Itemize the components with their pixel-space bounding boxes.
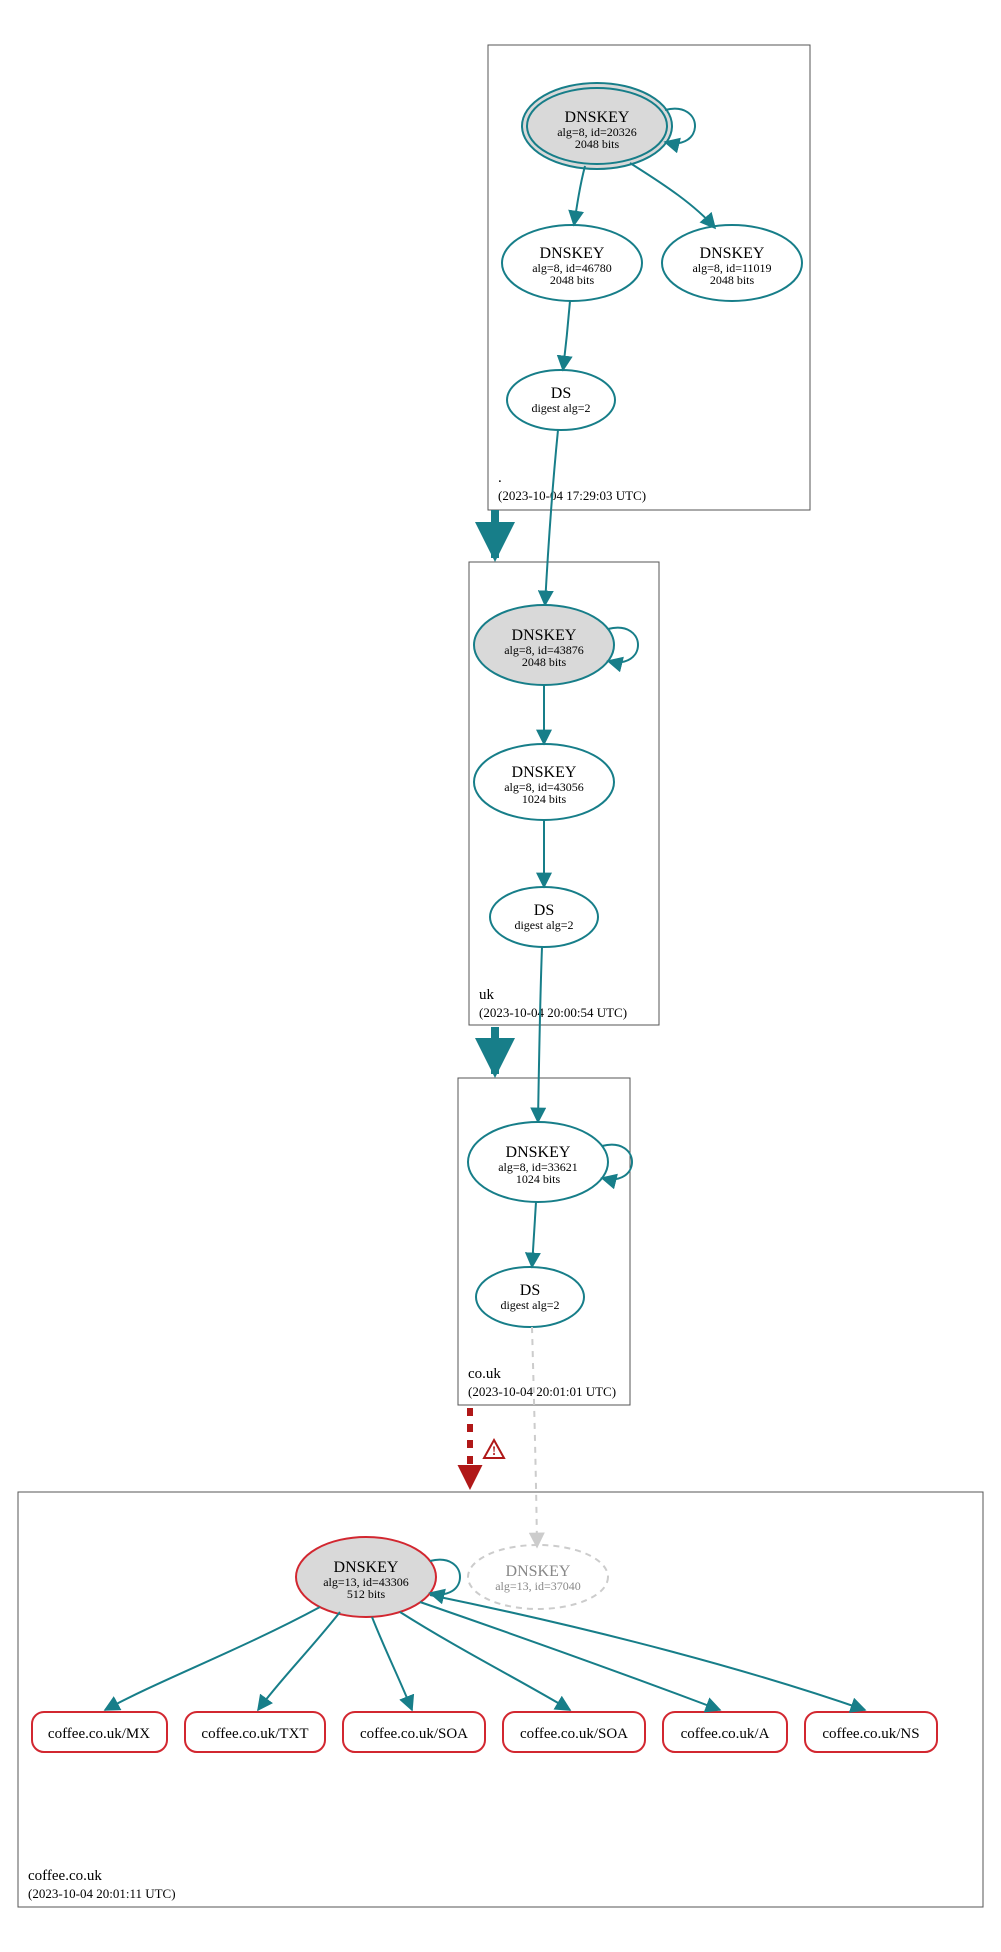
zone-uk-name: uk — [479, 987, 495, 1003]
svg-text:coffee.co.uk/SOA: coffee.co.uk/SOA — [520, 1726, 628, 1742]
svg-text:alg=13, id=37040: alg=13, id=37040 — [495, 1579, 581, 1593]
svg-text:512 bits: 512 bits — [347, 1587, 386, 1601]
node-rr-soa1: coffee.co.uk/SOA — [343, 1712, 485, 1752]
svg-text:coffee.co.uk/NS: coffee.co.uk/NS — [822, 1726, 919, 1742]
svg-text:1024 bits: 1024 bits — [522, 792, 567, 806]
edge-rootds-ukksk — [545, 430, 558, 605]
edge-zsk1-ds — [563, 301, 570, 370]
node-rr-ns: coffee.co.uk/NS — [805, 1712, 937, 1752]
svg-text:!: ! — [492, 1443, 496, 1458]
warning-icon: ! — [484, 1440, 504, 1458]
svg-text:digest alg=2: digest alg=2 — [514, 918, 573, 932]
zone-coffee: coffee.co.uk (2023-10-04 20:01:11 UTC) — [18, 1492, 983, 1907]
node-root-ds: DS digest alg=2 — [507, 370, 615, 430]
svg-text:DNSKEY: DNSKEY — [540, 245, 605, 262]
zone-coffee-timestamp: (2023-10-04 20:01:11 UTC) — [28, 1886, 176, 1901]
edge-coffee-soa1 — [372, 1617, 412, 1710]
edge-coffee-soa2 — [400, 1612, 570, 1710]
svg-text:coffee.co.uk/MX: coffee.co.uk/MX — [48, 1726, 150, 1742]
edge-coukksk-coukds — [532, 1202, 536, 1267]
node-uk-ksk: DNSKEY alg=8, id=43876 2048 bits — [474, 605, 614, 685]
svg-text:coffee.co.uk/SOA: coffee.co.uk/SOA — [360, 1726, 468, 1742]
node-rr-a: coffee.co.uk/A — [663, 1712, 787, 1752]
node-couk-ksk: DNSKEY alg=8, id=33621 1024 bits — [468, 1122, 608, 1202]
svg-text:2048 bits: 2048 bits — [550, 273, 595, 287]
node-root-ksk: DNSKEY alg=8, id=20326 2048 bits — [522, 83, 672, 169]
svg-text:DS: DS — [520, 1282, 540, 1299]
svg-text:DNSKEY: DNSKEY — [700, 245, 765, 262]
svg-text:2048 bits: 2048 bits — [710, 273, 755, 287]
svg-text:DNSKEY: DNSKEY — [506, 1563, 571, 1580]
svg-text:coffee.co.uk/A: coffee.co.uk/A — [681, 1726, 770, 1742]
svg-text:coffee.co.uk/TXT: coffee.co.uk/TXT — [201, 1726, 308, 1742]
svg-text:DNSKEY: DNSKEY — [565, 109, 630, 126]
svg-text:DS: DS — [534, 902, 554, 919]
node-root-zsk1: DNSKEY alg=8, id=46780 2048 bits — [502, 225, 642, 301]
node-root-zsk2: DNSKEY alg=8, id=11019 2048 bits — [662, 225, 802, 301]
edge-coukds-coffeegray — [532, 1327, 537, 1547]
edge-coffee-txt — [258, 1612, 340, 1710]
node-rr-soa2: coffee.co.uk/SOA — [503, 1712, 645, 1752]
node-coffee-gray: DNSKEY alg=13, id=37040 — [468, 1545, 608, 1609]
zone-uk-timestamp: (2023-10-04 20:00:54 UTC) — [479, 1005, 627, 1020]
edge-rootksk-zsk2 — [630, 163, 715, 228]
svg-text:2048 bits: 2048 bits — [575, 137, 620, 151]
svg-text:digest alg=2: digest alg=2 — [500, 1298, 559, 1312]
node-coffee-ksk: DNSKEY alg=13, id=43306 512 bits — [296, 1537, 436, 1617]
edge-rootksk-zsk1 — [574, 166, 585, 225]
edge-coffee-a — [420, 1602, 720, 1710]
node-couk-ds: DS digest alg=2 — [476, 1267, 584, 1327]
zone-root-name: . — [498, 470, 502, 486]
edge-coffee-ns — [430, 1595, 865, 1710]
zone-couk-name: co.uk — [468, 1366, 501, 1382]
svg-text:DS: DS — [551, 385, 571, 402]
svg-text:digest alg=2: digest alg=2 — [531, 401, 590, 415]
node-rr-txt: coffee.co.uk/TXT — [185, 1712, 325, 1752]
node-uk-ds: DS digest alg=2 — [490, 887, 598, 947]
svg-text:DNSKEY: DNSKEY — [512, 764, 577, 781]
edge-coffee-mx — [105, 1607, 320, 1710]
svg-text:1024 bits: 1024 bits — [516, 1172, 561, 1186]
svg-text:2048 bits: 2048 bits — [522, 655, 567, 669]
edge-ukds-coukksk — [538, 947, 542, 1122]
zone-root-timestamp: (2023-10-04 17:29:03 UTC) — [498, 488, 646, 503]
svg-text:DNSKEY: DNSKEY — [506, 1144, 571, 1161]
node-uk-zsk: DNSKEY alg=8, id=43056 1024 bits — [474, 744, 614, 820]
node-rr-mx: coffee.co.uk/MX — [32, 1712, 167, 1752]
zone-coffee-name: coffee.co.uk — [28, 1868, 102, 1884]
svg-text:DNSKEY: DNSKEY — [334, 1559, 399, 1576]
zone-couk-timestamp: (2023-10-04 20:01:01 UTC) — [468, 1384, 616, 1399]
svg-text:DNSKEY: DNSKEY — [512, 627, 577, 644]
